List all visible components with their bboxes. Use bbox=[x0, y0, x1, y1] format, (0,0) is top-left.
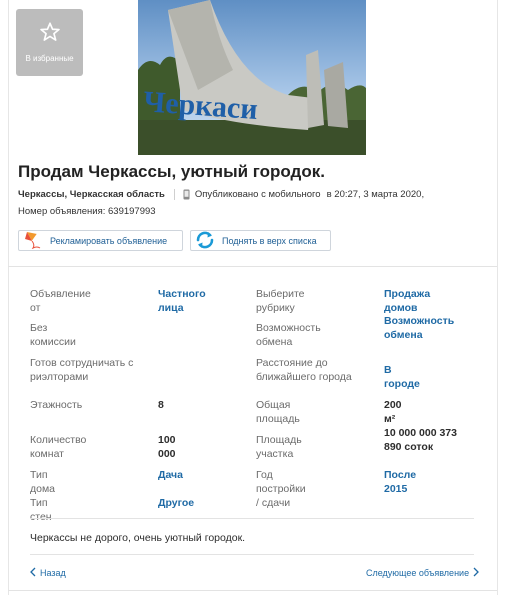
param-value-link[interactable]: В городе bbox=[384, 363, 420, 391]
param-value-link[interactable]: После 2015 bbox=[384, 468, 416, 496]
param-label: Количество комнат bbox=[30, 434, 87, 460]
mobile-phone-icon bbox=[183, 189, 190, 200]
param-label: Общая площадь bbox=[256, 399, 300, 425]
add-to-favorites-label: В избранные bbox=[25, 54, 74, 63]
advertise-listing-button[interactable]: Рекламировать объявление bbox=[18, 230, 183, 251]
description-divider bbox=[30, 518, 474, 519]
meta-separator bbox=[173, 189, 175, 200]
ad-number: Номер объявления: 639197993 bbox=[18, 206, 156, 217]
star-outline-icon bbox=[39, 21, 61, 48]
param-value: 100 000 bbox=[158, 434, 176, 460]
param-label: Выберите рубрику bbox=[256, 288, 305, 314]
nav-divider bbox=[30, 554, 474, 555]
param-label: Год постройки / сдачи bbox=[256, 469, 306, 509]
param-label: Без комиссии bbox=[30, 322, 76, 348]
param-label: Этажность bbox=[30, 399, 83, 411]
param-value: 8 bbox=[158, 399, 164, 411]
param-value-link[interactable]: Другое bbox=[158, 496, 194, 510]
param-label: Тип стен bbox=[30, 497, 52, 523]
chevron-left-icon bbox=[30, 567, 36, 579]
published-source: Опубликовано с мобильного bbox=[194, 189, 321, 200]
param-value-link[interactable]: Продажа домов bbox=[384, 287, 430, 315]
frame-border-right bbox=[497, 0, 498, 595]
frame-border-left bbox=[8, 0, 9, 595]
previous-listing-label: Назад bbox=[40, 568, 66, 578]
next-listing-link[interactable]: Следующее объявление bbox=[362, 567, 479, 579]
raise-listing-label: Поднять в верх списка bbox=[222, 235, 317, 246]
listing-meta: Черкассы, Черкасская область Опубликован… bbox=[18, 189, 424, 200]
param-value: 200 м² bbox=[384, 399, 402, 425]
advertise-listing-label: Рекламировать объявление bbox=[50, 235, 168, 246]
param-label: Объявление от bbox=[30, 288, 91, 314]
section-divider bbox=[8, 266, 497, 267]
listing-description: Черкассы не дорого, очень уютный городок… bbox=[30, 532, 246, 544]
param-value-link[interactable]: Дача bbox=[158, 468, 183, 482]
listing-title: Продам Черкассы, уютный городок. bbox=[18, 162, 325, 181]
previous-listing-link[interactable]: Назад bbox=[30, 567, 70, 579]
param-label: Площадь участка bbox=[256, 434, 302, 460]
param-value: 10 000 000 373 890 соток bbox=[384, 427, 457, 453]
chevron-right-icon bbox=[473, 567, 479, 579]
param-value-link[interactable]: Возможность обмена bbox=[384, 314, 479, 342]
param-label: Расстояние до ближайшего города bbox=[256, 357, 352, 383]
kite-icon bbox=[23, 231, 43, 251]
param-label: Готов сотрудничать с риэлторами bbox=[30, 357, 134, 383]
listing-photo[interactable]: Черкаси bbox=[138, 0, 366, 155]
add-to-favorites-button[interactable]: В избранные bbox=[16, 9, 83, 76]
bottom-divider bbox=[8, 590, 497, 591]
param-value-link[interactable]: Частного лица bbox=[158, 287, 206, 315]
listing-location[interactable]: Черкассы, Черкасская область bbox=[18, 189, 165, 200]
raise-listing-button[interactable]: Поднять в верх списка bbox=[190, 230, 331, 251]
published-time: в 20:27, 3 марта 2020, bbox=[326, 189, 425, 200]
param-label: Тип дома bbox=[30, 469, 56, 495]
param-label: Возможность обмена bbox=[256, 322, 321, 348]
listing-page: В избранные Черкаси Продам Черкассы, уют… bbox=[0, 0, 505, 595]
refresh-arrows-icon bbox=[195, 231, 215, 251]
next-listing-label: Следующее объявление bbox=[366, 568, 470, 578]
